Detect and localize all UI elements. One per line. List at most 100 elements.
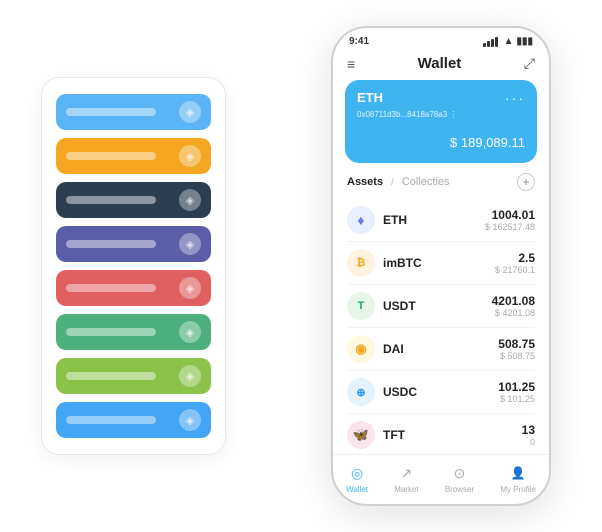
imbtc-asset-usd: $ 21760.1 bbox=[495, 265, 535, 275]
browser-nav-label: Browser bbox=[445, 485, 474, 494]
assets-tabs: Assets / Collecties bbox=[347, 176, 450, 188]
asset-item-eth[interactable]: ♦ ETH 1004.01 $ 162517.48 bbox=[347, 199, 535, 242]
eth-amount: $ 189,089.11 bbox=[357, 127, 525, 153]
card-2-icon: ◈ bbox=[179, 145, 201, 167]
dai-asset-icon: ◉ bbox=[347, 335, 375, 363]
asset-right-tft: 13 0 bbox=[522, 423, 535, 447]
usdc-asset-icon: ⊕ bbox=[347, 378, 375, 406]
card-3-icon: ◈ bbox=[179, 189, 201, 211]
nav-wallet[interactable]: ◎ Wallet bbox=[346, 463, 368, 494]
asset-left-usdc: ⊕ USDC bbox=[347, 378, 417, 406]
phone-header: ≡ Wallet ⤢ bbox=[333, 51, 549, 80]
assets-tab-inactive[interactable]: Collecties bbox=[402, 176, 450, 188]
tft-asset-amount: 13 bbox=[522, 423, 535, 437]
asset-left-usdt: T USDT bbox=[347, 292, 416, 320]
asset-item-dai[interactable]: ◉ DAI 508.75 $ 508.75 bbox=[347, 328, 535, 371]
card-5-text bbox=[66, 284, 156, 292]
card-6-icon: ◈ bbox=[179, 321, 201, 343]
eth-card[interactable]: ETH ··· 0x08711d3b...8418a78a3 ⋮ $ 189,0… bbox=[345, 80, 537, 163]
bottom-nav: ◎ Wallet ↗ Market ⊙ Browser 👤 My Profile bbox=[333, 454, 549, 504]
card-5-icon: ◈ bbox=[179, 277, 201, 299]
assets-divider: / bbox=[391, 177, 394, 188]
card-1[interactable]: ◈ bbox=[56, 94, 211, 130]
asset-right-imbtc: 2.5 $ 21760.1 bbox=[495, 251, 535, 275]
wallet-nav-icon: ◎ bbox=[347, 463, 367, 483]
nav-profile[interactable]: 👤 My Profile bbox=[500, 463, 536, 494]
assets-add-button[interactable]: + bbox=[517, 173, 535, 191]
eth-label: ETH bbox=[357, 90, 383, 105]
eth-card-top: ETH ··· bbox=[357, 90, 525, 106]
usdt-asset-name: USDT bbox=[383, 299, 416, 313]
asset-item-imbtc[interactable]: ₿ imBTC 2.5 $ 21760.1 bbox=[347, 242, 535, 285]
usdt-asset-usd: $ 4201.08 bbox=[492, 308, 535, 318]
eth-value: 189,089.11 bbox=[461, 135, 525, 150]
card-8-icon: ◈ bbox=[179, 409, 201, 431]
card-7-icon: ◈ bbox=[179, 365, 201, 387]
tft-asset-icon: 🦋 bbox=[347, 421, 375, 449]
card-8-text bbox=[66, 416, 156, 424]
assets-tab-active[interactable]: Assets bbox=[347, 176, 383, 188]
card-5[interactable]: ◈ bbox=[56, 270, 211, 306]
asset-list: ♦ ETH 1004.01 $ 162517.48 ₿ imBTC 2.5 $ … bbox=[333, 199, 549, 454]
eth-dots[interactable]: ··· bbox=[505, 90, 525, 106]
asset-right-usdc: 101.25 $ 101.25 bbox=[498, 380, 535, 404]
card-1-text bbox=[66, 108, 156, 116]
asset-left-tft: 🦋 TFT bbox=[347, 421, 405, 449]
header-title: Wallet bbox=[418, 55, 462, 72]
eth-asset-amount: 1004.01 bbox=[485, 208, 535, 222]
left-panel: ◈ ◈ ◈ ◈ ◈ ◈ ◈ ◈ bbox=[41, 77, 226, 455]
usdc-asset-amount: 101.25 bbox=[498, 380, 535, 394]
imbtc-asset-name: imBTC bbox=[383, 256, 422, 270]
expand-icon[interactable]: ⤢ bbox=[524, 55, 535, 72]
nav-market[interactable]: ↗ Market bbox=[394, 463, 418, 494]
asset-item-usdt[interactable]: T USDT 4201.08 $ 4201.08 bbox=[347, 285, 535, 328]
imbtc-asset-amount: 2.5 bbox=[495, 251, 535, 265]
dai-asset-usd: $ 508.75 bbox=[498, 351, 535, 361]
card-6[interactable]: ◈ bbox=[56, 314, 211, 350]
menu-icon[interactable]: ≡ bbox=[347, 56, 355, 72]
market-nav-label: Market bbox=[394, 485, 418, 494]
time: 9:41 bbox=[349, 36, 369, 47]
browser-nav-icon: ⊙ bbox=[449, 463, 469, 483]
card-3-text bbox=[66, 196, 156, 204]
card-3[interactable]: ◈ bbox=[56, 182, 211, 218]
usdt-asset-icon: T bbox=[347, 292, 375, 320]
usdt-asset-amount: 4201.08 bbox=[492, 294, 535, 308]
asset-item-usdc[interactable]: ⊕ USDC 101.25 $ 101.25 bbox=[347, 371, 535, 414]
phone: 9:41 ▲ ▮▮▮ ≡ Wallet ⤢ ETH ··· bbox=[331, 26, 551, 506]
wallet-nav-label: Wallet bbox=[346, 485, 368, 494]
asset-item-tft[interactable]: 🦋 TFT 13 0 bbox=[347, 414, 535, 454]
usdc-asset-name: USDC bbox=[383, 385, 417, 399]
asset-left-eth: ♦ ETH bbox=[347, 206, 407, 234]
eth-asset-usd: $ 162517.48 bbox=[485, 222, 535, 232]
status-bar: 9:41 ▲ ▮▮▮ bbox=[333, 28, 549, 51]
dai-asset-amount: 508.75 bbox=[498, 337, 535, 351]
scene: ◈ ◈ ◈ ◈ ◈ ◈ ◈ ◈ bbox=[21, 16, 581, 516]
profile-nav-icon: 👤 bbox=[508, 463, 528, 483]
status-icons: ▲ ▮▮▮ bbox=[483, 36, 533, 47]
asset-right-eth: 1004.01 $ 162517.48 bbox=[485, 208, 535, 232]
assets-header: Assets / Collecties + bbox=[333, 173, 549, 199]
card-7[interactable]: ◈ bbox=[56, 358, 211, 394]
tft-asset-usd: 0 bbox=[522, 437, 535, 447]
eth-address: 0x08711d3b...8418a78a3 ⋮ bbox=[357, 110, 525, 119]
asset-right-usdt: 4201.08 $ 4201.08 bbox=[492, 294, 535, 318]
card-1-icon: ◈ bbox=[179, 101, 201, 123]
market-nav-icon: ↗ bbox=[396, 463, 416, 483]
eth-asset-name: ETH bbox=[383, 213, 407, 227]
eth-asset-icon: ♦ bbox=[347, 206, 375, 234]
nav-browser[interactable]: ⊙ Browser bbox=[445, 463, 474, 494]
card-2[interactable]: ◈ bbox=[56, 138, 211, 174]
asset-right-dai: 508.75 $ 508.75 bbox=[498, 337, 535, 361]
asset-left-dai: ◉ DAI bbox=[347, 335, 404, 363]
usdc-asset-usd: $ 101.25 bbox=[498, 394, 535, 404]
tft-asset-name: TFT bbox=[383, 428, 405, 442]
imbtc-asset-icon: ₿ bbox=[347, 249, 375, 277]
card-4[interactable]: ◈ bbox=[56, 226, 211, 262]
eth-symbol: $ bbox=[450, 135, 461, 150]
profile-nav-label: My Profile bbox=[500, 485, 536, 494]
card-8[interactable]: ◈ bbox=[56, 402, 211, 438]
card-7-text bbox=[66, 372, 156, 380]
card-2-text bbox=[66, 152, 156, 160]
card-6-text bbox=[66, 328, 156, 336]
